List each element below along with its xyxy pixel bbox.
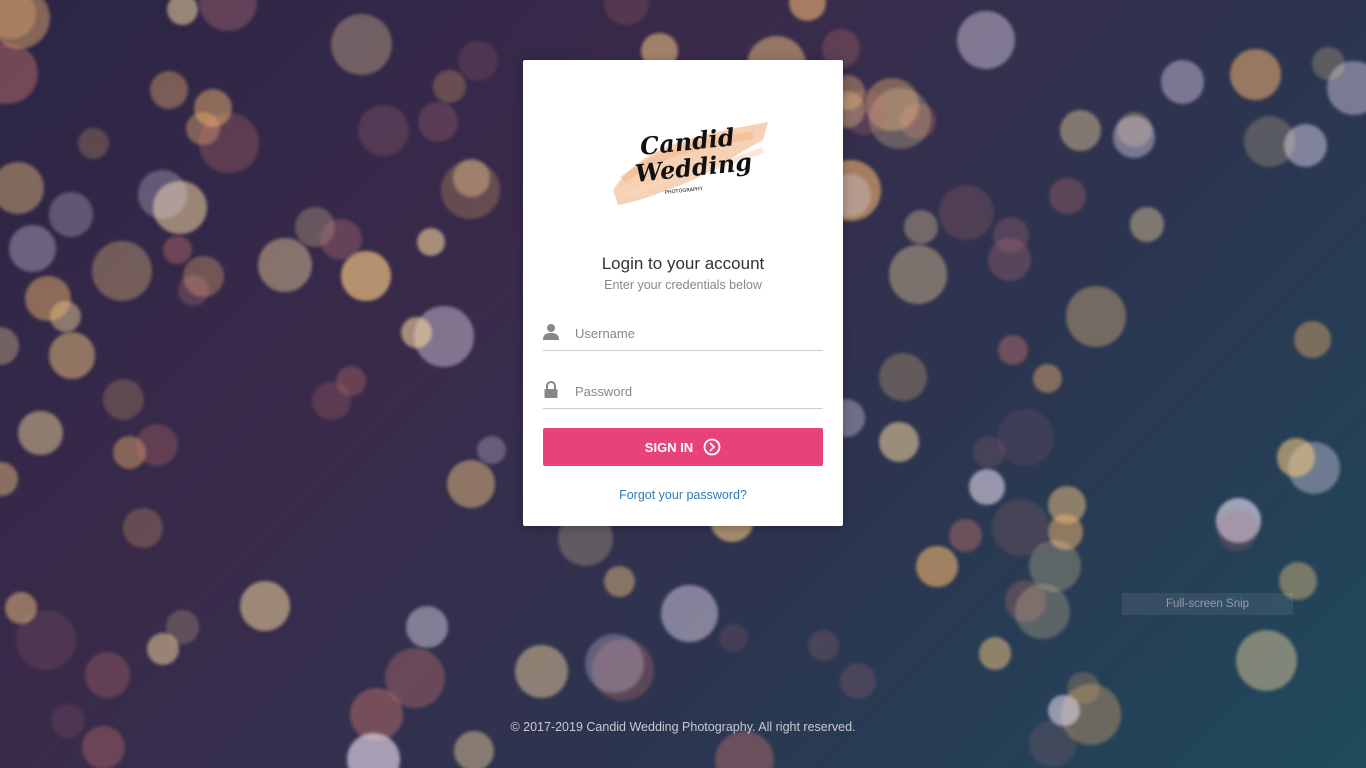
bokeh-light <box>949 519 983 553</box>
bokeh-light <box>1230 48 1281 100</box>
bokeh-light <box>1311 47 1345 81</box>
bokeh-light <box>453 730 494 768</box>
brand-logo: Candid Wedding PHOTOGRAPHY <box>613 122 768 205</box>
bokeh-light <box>48 332 96 379</box>
bokeh-light <box>0 327 19 365</box>
bokeh-light <box>417 227 446 256</box>
bokeh-light <box>103 378 145 420</box>
bokeh-light <box>939 184 995 240</box>
bokeh-light <box>788 0 826 22</box>
bokeh-light <box>25 275 71 322</box>
login-card: Candid Wedding PHOTOGRAPHY Login to your… <box>523 60 843 526</box>
bokeh-light <box>515 645 568 698</box>
bokeh-light <box>182 256 224 298</box>
bokeh-light <box>138 170 188 220</box>
bokeh-light <box>418 102 459 143</box>
bokeh-light <box>447 460 496 509</box>
bokeh-light <box>1059 110 1101 152</box>
password-input[interactable] <box>573 378 822 404</box>
lock-icon <box>544 381 558 398</box>
bokeh-light <box>433 70 467 104</box>
bokeh-light <box>199 0 258 32</box>
bokeh-light <box>123 508 163 548</box>
bokeh-light <box>0 162 45 215</box>
arrow-circle-right-icon <box>703 438 721 456</box>
password-field[interactable] <box>543 374 823 409</box>
bokeh-light <box>9 225 57 272</box>
bokeh-light <box>441 161 500 220</box>
bokeh-light <box>4 591 37 625</box>
bokeh-light <box>997 335 1028 366</box>
bokeh-light <box>997 409 1055 467</box>
bokeh-light <box>604 0 649 26</box>
bokeh-light <box>1129 207 1165 242</box>
bokeh-light <box>978 637 1012 670</box>
bokeh-light <box>957 10 1016 69</box>
bokeh-light <box>84 652 130 698</box>
bokeh-light <box>888 245 948 304</box>
bokeh-light <box>0 462 19 497</box>
bokeh-light <box>48 192 94 238</box>
bokeh-light <box>719 623 749 653</box>
bokeh-light <box>477 435 506 464</box>
bokeh-light <box>258 238 313 293</box>
bokeh-light <box>1216 510 1259 552</box>
bokeh-light <box>1113 116 1155 158</box>
copyright-footer: © 2017-2019 Candid Wedding Photography. … <box>510 720 856 734</box>
bokeh-light <box>661 584 719 642</box>
bokeh-light <box>0 42 38 105</box>
user-icon <box>543 324 559 340</box>
bokeh-light <box>878 353 927 402</box>
bokeh-light <box>149 71 188 110</box>
bokeh-light <box>603 565 636 598</box>
bokeh-light <box>194 88 233 127</box>
bokeh-light <box>17 410 63 456</box>
sign-in-label: SIGN IN <box>644 439 694 455</box>
bokeh-light <box>320 218 362 260</box>
bokeh-light <box>163 235 192 265</box>
bokeh-light <box>92 240 153 301</box>
bokeh-light <box>903 210 938 245</box>
sign-in-button[interactable]: SIGN IN <box>543 428 823 466</box>
full-screen-snip-overlay[interactable]: Full-screen Snip <box>1122 593 1293 615</box>
bokeh-light <box>1066 286 1127 347</box>
username-field[interactable] <box>543 316 823 351</box>
bokeh-light <box>839 663 876 700</box>
forgot-password-link[interactable]: Forgot your password? <box>523 488 843 502</box>
bokeh-light <box>405 606 448 649</box>
bokeh-light <box>1160 60 1205 105</box>
bokeh-light <box>330 13 393 76</box>
bokeh-light <box>347 732 401 768</box>
bokeh-light <box>584 633 645 694</box>
bokeh-light <box>135 423 179 466</box>
bokeh-light <box>1243 116 1295 168</box>
bokeh-light <box>458 41 499 82</box>
bokeh-light <box>1235 630 1297 692</box>
bokeh-light <box>77 127 109 159</box>
login-subtitle: Enter your credentials below <box>604 278 762 292</box>
bokeh-light <box>167 0 199 26</box>
login-title: Login to your account <box>601 254 765 273</box>
bokeh-light <box>715 730 775 768</box>
bokeh-light <box>1032 363 1063 394</box>
bokeh-light <box>1277 438 1316 477</box>
bokeh-light <box>1028 539 1081 592</box>
bokeh-light <box>0 0 51 49</box>
bokeh-light <box>968 468 1005 505</box>
bokeh-light <box>992 216 1029 253</box>
bokeh-light <box>1293 320 1331 359</box>
bokeh-light <box>240 580 291 631</box>
bokeh-light <box>808 630 840 661</box>
bokeh-light <box>401 316 433 348</box>
bokeh-light <box>335 366 366 397</box>
username-input[interactable] <box>573 320 822 346</box>
bokeh-light <box>358 105 409 157</box>
bokeh-light <box>1015 583 1071 639</box>
bokeh-light <box>916 545 958 587</box>
bokeh-light <box>1049 177 1086 215</box>
bokeh-light <box>165 610 200 644</box>
bokeh-light <box>878 421 920 462</box>
